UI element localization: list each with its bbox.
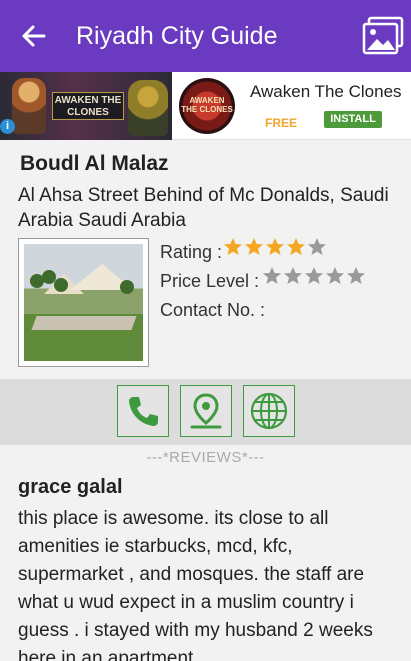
place-photo[interactable] [18,238,149,367]
arrow-left-icon [22,25,46,47]
place-name: Boudl Al Malaz [20,152,169,175]
price-level-star-icon [347,267,365,284]
back-button[interactable] [20,22,48,50]
price-level-star-icon [263,267,281,284]
gallery-button[interactable] [361,16,405,56]
price-level-stars [262,266,366,286]
ad-app-icon[interactable]: AWAKEN THE CLONES [175,74,239,138]
rating-star-icon [308,238,326,255]
ad-banner[interactable]: AWAKEN THE CLONES i AWAKEN THE CLONES Aw… [0,72,411,140]
app-bar: Riyadh City Guide [0,0,411,72]
price-level-star-icon [305,267,323,284]
rating-star-icon [287,238,305,255]
price-level-star-icon [326,267,344,284]
ad-title[interactable]: Awaken The Clones [250,82,402,102]
rating-star-icon [224,238,242,255]
ad-image[interactable]: AWAKEN THE CLONES [0,72,172,140]
review-text: this place is awesome. its close to all … [18,508,373,661]
call-button[interactable] [117,385,169,437]
contact-label: Contact No. : [160,300,266,320]
reviews-heading: ---*REVIEWS*--- [146,449,265,466]
ad-price: FREE [265,116,298,130]
globe-icon [250,392,288,430]
website-button[interactable] [243,385,295,437]
action-bar [0,379,411,445]
app-screen: Riyadh City Guide AWAKEN THE CLONES i AW… [0,0,411,661]
rating-star-icon [266,238,284,255]
image-gallery-icon [362,16,404,55]
review-author: grace galal [18,476,123,498]
ad-install-button[interactable]: INSTALL [324,111,382,128]
page-title: Riyadh City Guide [76,22,278,50]
ad-info-icon[interactable]: i [0,119,15,134]
rating-star-icon [245,238,263,255]
map-button[interactable] [180,385,232,437]
ad-app-icon-text: AWAKEN THE CLONES [181,96,233,114]
ad-banner-logo: AWAKEN THE CLONES [52,92,124,120]
price-level-star-icon [284,267,302,284]
price-level-label: Price Level : [160,271,260,291]
rating-label: Rating : [160,242,223,262]
rating-stars [223,237,327,257]
phone-icon [129,397,158,426]
place-address: Al Ahsa Street Behind of Mc Donalds, Sau… [18,185,389,231]
map-pin-icon [190,393,222,429]
